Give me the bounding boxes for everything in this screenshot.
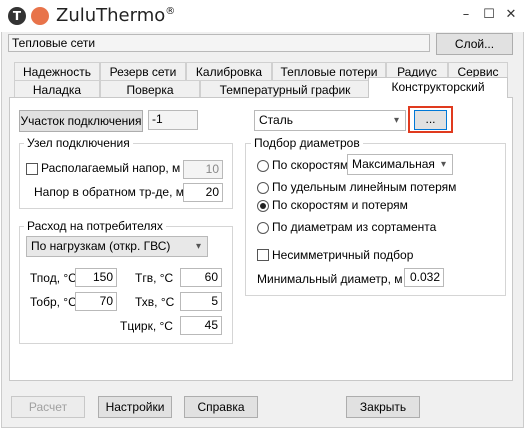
layer-button[interactable]: Слой... xyxy=(436,33,513,55)
radio-by-assortment-label: По диаметрам из сортамента xyxy=(272,220,437,234)
close-icon[interactable]: ✕ xyxy=(502,6,520,24)
asymmetric-checkbox[interactable] xyxy=(257,249,269,261)
available-head-input[interactable]: 10 xyxy=(183,160,223,179)
t-return-label: Тобр, °С xyxy=(30,295,77,309)
chevron-down-icon: ▾ xyxy=(393,115,399,126)
tab-temperature-chart[interactable]: Температурный график xyxy=(200,80,370,98)
app-logo-icon: T xyxy=(8,7,26,25)
tab-reliability[interactable]: Надежность xyxy=(14,62,100,80)
consumption-mode-select[interactable]: По нагрузкам (откр. ГВС) ▾ xyxy=(26,236,208,257)
t-return-input[interactable]: 70 xyxy=(75,292,117,311)
t-cold-input[interactable]: 5 xyxy=(180,292,222,311)
material-select[interactable]: Сталь ▾ xyxy=(254,110,406,131)
tab-adjustment[interactable]: Наладка xyxy=(14,80,100,98)
t-circ-label: Тцирк, °С xyxy=(120,319,173,333)
radio-by-losses[interactable] xyxy=(257,182,269,194)
return-pressure-label: Напор в обратном тр-де, м xyxy=(34,185,184,199)
radio-by-velocity-label: По скоростям xyxy=(272,158,349,172)
chevron-down-icon: ▾ xyxy=(195,241,201,252)
t-supply-label: Тпод, °С xyxy=(30,271,77,285)
t-cold-label: Тхв, °С xyxy=(135,295,175,309)
tab-network-reserve[interactable]: Резерв сети xyxy=(100,62,186,80)
tab-designer[interactable]: Конструкторский xyxy=(368,77,508,98)
velocity-mode-select[interactable]: Максимальная ▾ xyxy=(347,154,453,175)
minimize-icon[interactable]: – xyxy=(457,6,475,24)
material-browse-button[interactable]: ... xyxy=(414,110,447,130)
radio-by-losses-label: По удельным линейным потерям xyxy=(272,180,457,194)
title-bar: T ZuluThermo® – ☐ ✕ xyxy=(0,0,524,32)
radio-by-velocity-and-losses[interactable] xyxy=(257,200,269,212)
chevron-down-icon: ▾ xyxy=(440,159,446,170)
available-head-label: Располагаемый напор, м xyxy=(41,161,181,175)
min-diameter-input[interactable]: 0.032 xyxy=(404,268,444,287)
calculate-button[interactable]: Расчет xyxy=(11,396,85,418)
consumer-group-title: Расход на потребителях xyxy=(24,219,166,233)
settings-button[interactable]: Настройки xyxy=(98,396,172,418)
return-pressure-input[interactable]: 20 xyxy=(183,183,223,202)
tab-verification[interactable]: Поверка xyxy=(100,80,200,98)
connection-section-value: -1 xyxy=(148,110,198,130)
t-supply-input[interactable]: 150 xyxy=(75,268,117,287)
radio-by-velocity[interactable] xyxy=(257,160,269,172)
diameter-group-title: Подбор диаметров xyxy=(251,136,363,150)
app-title: ZuluThermo® xyxy=(56,5,176,26)
t-hot-label: Тгв, °С xyxy=(135,271,174,285)
app-logo-circle-icon xyxy=(31,7,49,25)
maximize-icon[interactable]: ☐ xyxy=(480,6,498,24)
help-button[interactable]: Справка xyxy=(184,396,258,418)
t-hot-input[interactable]: 60 xyxy=(180,268,222,287)
layer-field: Тепловые сети xyxy=(8,34,430,52)
connection-section-button[interactable]: Участок подключения xyxy=(19,110,143,132)
radio-by-velocity-and-losses-label: По скоростям и потерям xyxy=(272,198,408,212)
tab-calibration[interactable]: Калибровка xyxy=(186,62,272,80)
min-diameter-label: Минимальный диаметр, м xyxy=(257,272,403,286)
radio-by-assortment[interactable] xyxy=(257,222,269,234)
t-circ-input[interactable]: 45 xyxy=(180,316,222,335)
node-group-title: Узел подключения xyxy=(24,136,133,150)
available-head-checkbox[interactable] xyxy=(26,163,38,175)
asymmetric-label: Несимметричный подбор xyxy=(272,248,414,262)
close-button[interactable]: Закрыть xyxy=(346,396,420,418)
